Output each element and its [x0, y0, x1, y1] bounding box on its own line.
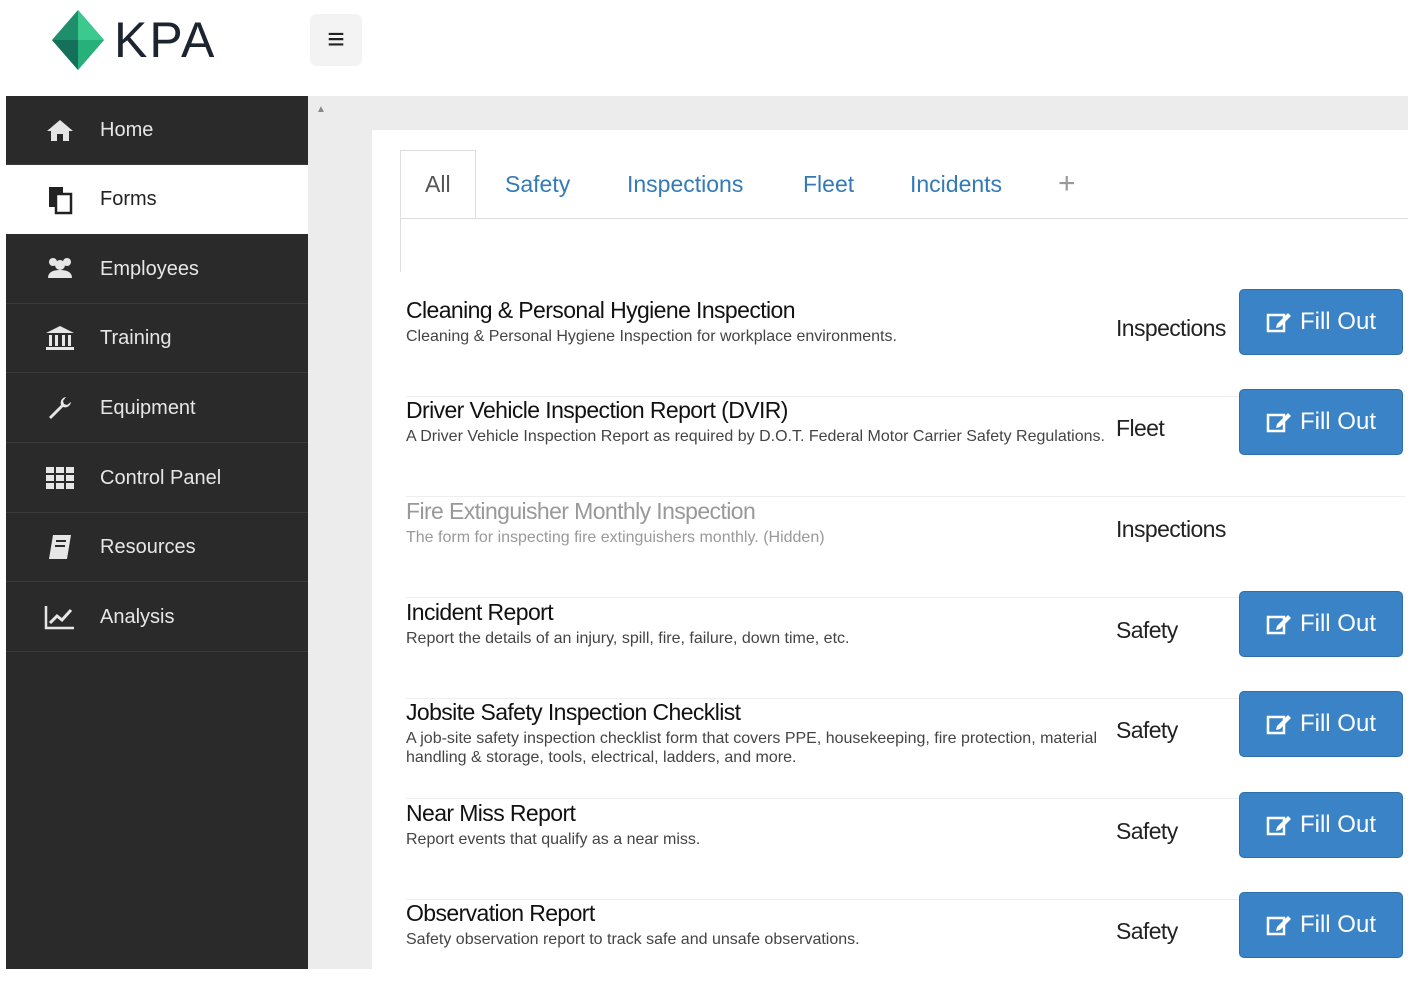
- form-title[interactable]: Driver Vehicle Inspection Report (DVIR): [406, 397, 788, 424]
- add-tab-button[interactable]: +: [1058, 150, 1076, 218]
- form-title[interactable]: Fire Extinguisher Monthly Inspection: [406, 498, 756, 525]
- sidebar-item-label: Analysis: [100, 605, 175, 628]
- form-title[interactable]: Incident Report: [406, 599, 554, 626]
- form-category: Safety: [1116, 918, 1178, 944]
- fill-out-button[interactable]: Fill Out: [1239, 289, 1403, 355]
- wrench-icon: [44, 392, 76, 424]
- form-description: A job-site safety inspection checklist f…: [406, 730, 1097, 766]
- tab-label: Safety: [505, 170, 571, 197]
- tab-label: All: [425, 170, 451, 197]
- fill-out-button[interactable]: Fill Out: [1239, 591, 1403, 657]
- form-category: Inspections: [1116, 516, 1226, 542]
- fill-out-button[interactable]: Fill Out: [1239, 691, 1403, 757]
- form-description: Cleaning & Personal Hygiene Inspection f…: [406, 328, 897, 345]
- plus-icon: +: [1058, 167, 1076, 200]
- form-category: Safety: [1116, 717, 1178, 743]
- logo-diamond-icon: [52, 10, 104, 70]
- edit-icon: [1266, 814, 1292, 836]
- form-category: Safety: [1116, 617, 1178, 643]
- tab-fleet[interactable]: Fleet: [803, 150, 854, 218]
- sidebar-item-equipment[interactable]: Equipment: [6, 374, 308, 443]
- sidebar-item-home[interactable]: Home: [6, 96, 308, 165]
- form-description: The form for inspecting fire extinguishe…: [406, 529, 825, 546]
- kpa-logo[interactable]: KPA: [50, 8, 280, 72]
- form-category: Safety: [1116, 818, 1178, 844]
- sidebar-item-forms[interactable]: Forms: [6, 165, 308, 234]
- form-title[interactable]: Cleaning & Personal Hygiene Inspection: [406, 297, 796, 324]
- form-description: Report events that qualify as a near mis…: [406, 831, 701, 848]
- edit-icon: [1266, 311, 1292, 333]
- sidebar-item-resources[interactable]: Resources: [6, 513, 308, 582]
- form-category: Fleet: [1116, 415, 1165, 441]
- tab-safety[interactable]: Safety: [505, 150, 570, 218]
- sidebar-item-label: Resources: [100, 535, 196, 558]
- form-row: Jobsite Safety Inspection Checklist A jo…: [406, 691, 1406, 799]
- sidebar-item-label: Home: [100, 118, 154, 141]
- form-row: Near Miss Report Report events that qual…: [406, 792, 1406, 900]
- home-icon: [44, 114, 76, 146]
- main-content: ▲ All Safety Inspections Fleet Incidents…: [308, 96, 1408, 969]
- category-tabs: All Safety Inspections Fleet Incidents +: [400, 150, 1408, 219]
- fill-out-button[interactable]: Fill Out: [1239, 892, 1403, 958]
- sidebar-item-training[interactable]: Training: [6, 304, 308, 373]
- grid-icon: [44, 462, 76, 494]
- edit-icon: [1266, 613, 1292, 635]
- sidebar-item-employees[interactable]: Employees: [6, 235, 308, 304]
- sidebar-item-label: Control Panel: [100, 466, 222, 489]
- employees-icon: [44, 253, 76, 285]
- forms-icon: [44, 184, 76, 216]
- form-title[interactable]: Near Miss Report: [406, 800, 576, 827]
- form-description: Report the details of an injury, spill, …: [406, 630, 850, 647]
- tab-content-border: [400, 218, 401, 272]
- fill-out-label: Fill Out: [1299, 408, 1376, 435]
- form-row-hidden: Fire Extinguisher Monthly Inspection The…: [406, 498, 1406, 598]
- tab-label: Incidents: [910, 170, 1003, 197]
- edit-icon: [1266, 411, 1292, 433]
- edit-icon: [1266, 914, 1292, 936]
- training-icon: [44, 322, 76, 354]
- sidebar-item-label: Equipment: [100, 396, 196, 419]
- fill-out-button[interactable]: Fill Out: [1239, 389, 1403, 455]
- form-title[interactable]: Observation Report: [406, 900, 595, 927]
- fill-out-button[interactable]: Fill Out: [1239, 792, 1403, 858]
- logo-text: KPA: [114, 12, 217, 68]
- sidebar-item-control-panel[interactable]: Control Panel: [6, 444, 308, 513]
- form-title[interactable]: Jobsite Safety Inspection Checklist: [406, 699, 741, 726]
- form-category: Inspections: [1116, 315, 1226, 341]
- sidebar-item-label: Training: [100, 326, 172, 349]
- form-description: A Driver Vehicle Inspection Report as re…: [406, 428, 1105, 445]
- form-row: Incident Report Report the details of an…: [406, 591, 1406, 699]
- scroll-up-icon[interactable]: ▲: [316, 104, 328, 116]
- form-description: Safety observation report to track safe …: [406, 931, 860, 948]
- tab-incidents[interactable]: Incidents: [910, 150, 1002, 218]
- form-row: Observation Report Safety observation re…: [406, 892, 1406, 1000]
- app-header: KPA ≡: [0, 0, 1408, 96]
- tab-all[interactable]: All: [400, 150, 476, 218]
- chart-icon: [44, 601, 76, 633]
- hamburger-menu-button[interactable]: ≡: [310, 14, 362, 66]
- form-row: Driver Vehicle Inspection Report (DVIR) …: [406, 389, 1406, 497]
- sidebar-item-label: Forms: [100, 188, 157, 210]
- form-row: Cleaning & Personal Hygiene Inspection C…: [406, 289, 1406, 397]
- fill-out-label: Fill Out: [1299, 308, 1376, 335]
- fill-out-label: Fill Out: [1299, 811, 1376, 838]
- tab-label: Inspections: [627, 170, 744, 197]
- edit-icon: [1266, 713, 1292, 735]
- book-icon: [44, 531, 76, 563]
- sidebar-item-label: Employees: [100, 257, 199, 280]
- hamburger-icon: ≡: [327, 23, 345, 56]
- sidebar-item-analysis[interactable]: Analysis: [6, 583, 308, 652]
- fill-out-label: Fill Out: [1299, 610, 1376, 637]
- sidebar-nav: Home Forms Employees Training Equipment …: [6, 96, 308, 969]
- forms-panel: All Safety Inspections Fleet Incidents +…: [372, 130, 1408, 969]
- fill-out-label: Fill Out: [1299, 710, 1376, 737]
- tab-inspections[interactable]: Inspections: [627, 150, 743, 218]
- fill-out-label: Fill Out: [1299, 911, 1376, 938]
- tab-label: Fleet: [803, 170, 855, 197]
